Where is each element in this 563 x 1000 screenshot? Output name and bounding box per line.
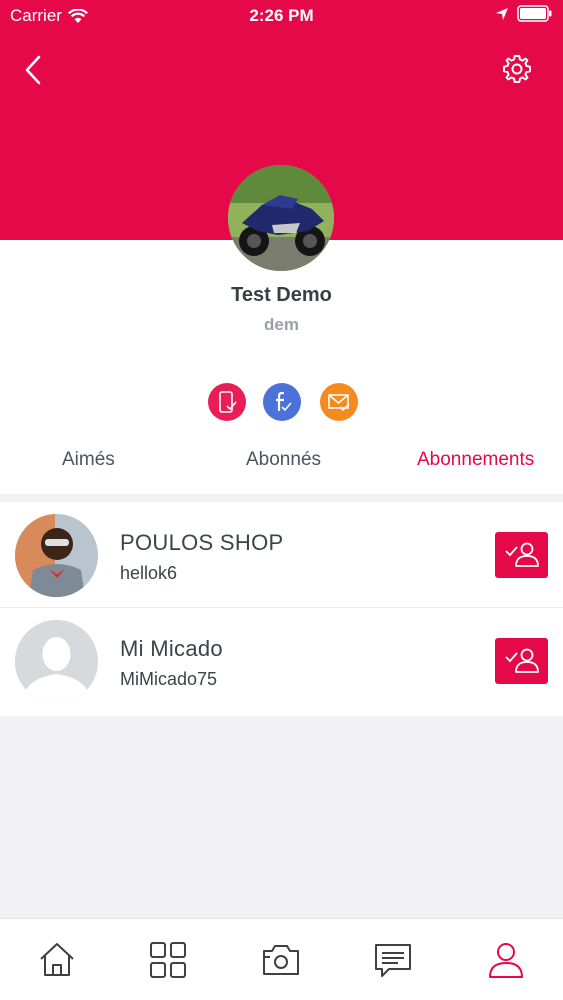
tabbar-profile[interactable] <box>485 939 527 981</box>
facebook-verified-icon <box>276 391 292 412</box>
profile-username: dem <box>264 315 299 334</box>
email-verified-icon <box>328 394 350 412</box>
facebook-verified-badge[interactable] <box>263 383 301 421</box>
phone-verified-badge[interactable] <box>208 383 246 421</box>
gear-icon <box>503 55 531 83</box>
avatar <box>15 514 98 597</box>
tabbar-grid[interactable] <box>147 939 189 981</box>
tabbar-messages[interactable] <box>372 939 414 981</box>
tabbar-home[interactable] <box>36 939 78 981</box>
unfollow-button[interactable] <box>495 638 548 684</box>
status-bar: Carrier 2:26 PM <box>0 0 563 34</box>
tab-abonnements[interactable]: Abonnements <box>417 449 534 471</box>
list-item[interactable]: Mi Micado MiMicado75 <box>0 608 563 716</box>
messages-icon <box>375 944 411 977</box>
user-handle: hellok6 <box>120 563 178 583</box>
location-arrow-icon <box>496 7 508 20</box>
grid-icon <box>150 942 186 978</box>
user-check-icon <box>504 542 539 567</box>
unfollow-button[interactable] <box>495 532 548 578</box>
home-icon <box>40 943 74 976</box>
motorcycle-photo <box>228 165 334 271</box>
list-item[interactable]: POULOS SHOP hellok6 <box>0 502 563 608</box>
user-name: Mi Micado <box>120 636 223 661</box>
avatar <box>15 620 98 703</box>
battery-icon <box>517 5 552 22</box>
profile-avatar[interactable] <box>228 165 334 271</box>
tab-aimes[interactable]: Aimés <box>62 449 115 471</box>
tab-abonnes[interactable]: Abonnés <box>246 449 321 471</box>
profile-name: Test Demo <box>231 284 332 306</box>
chevron-left-icon <box>25 55 41 85</box>
status-time: 2:26 PM <box>249 6 314 25</box>
user-handle: MiMicado75 <box>120 669 218 689</box>
settings-button[interactable] <box>501 53 533 85</box>
bottom-tab-bar <box>0 918 563 1000</box>
phone-verified-icon <box>219 391 237 413</box>
user-check-icon <box>504 648 539 673</box>
profile-icon <box>489 943 523 978</box>
following-list: POULOS SHOP hellok6 Mi Micado MiMicado75 <box>0 502 563 716</box>
camera-icon <box>263 945 299 975</box>
user-photo <box>15 514 98 597</box>
email-verified-badge[interactable] <box>320 383 358 421</box>
user-name: POULOS SHOP <box>120 530 284 555</box>
tabbar-camera[interactable] <box>260 939 302 981</box>
back-button[interactable] <box>18 52 48 88</box>
default-avatar-icon <box>15 620 98 703</box>
